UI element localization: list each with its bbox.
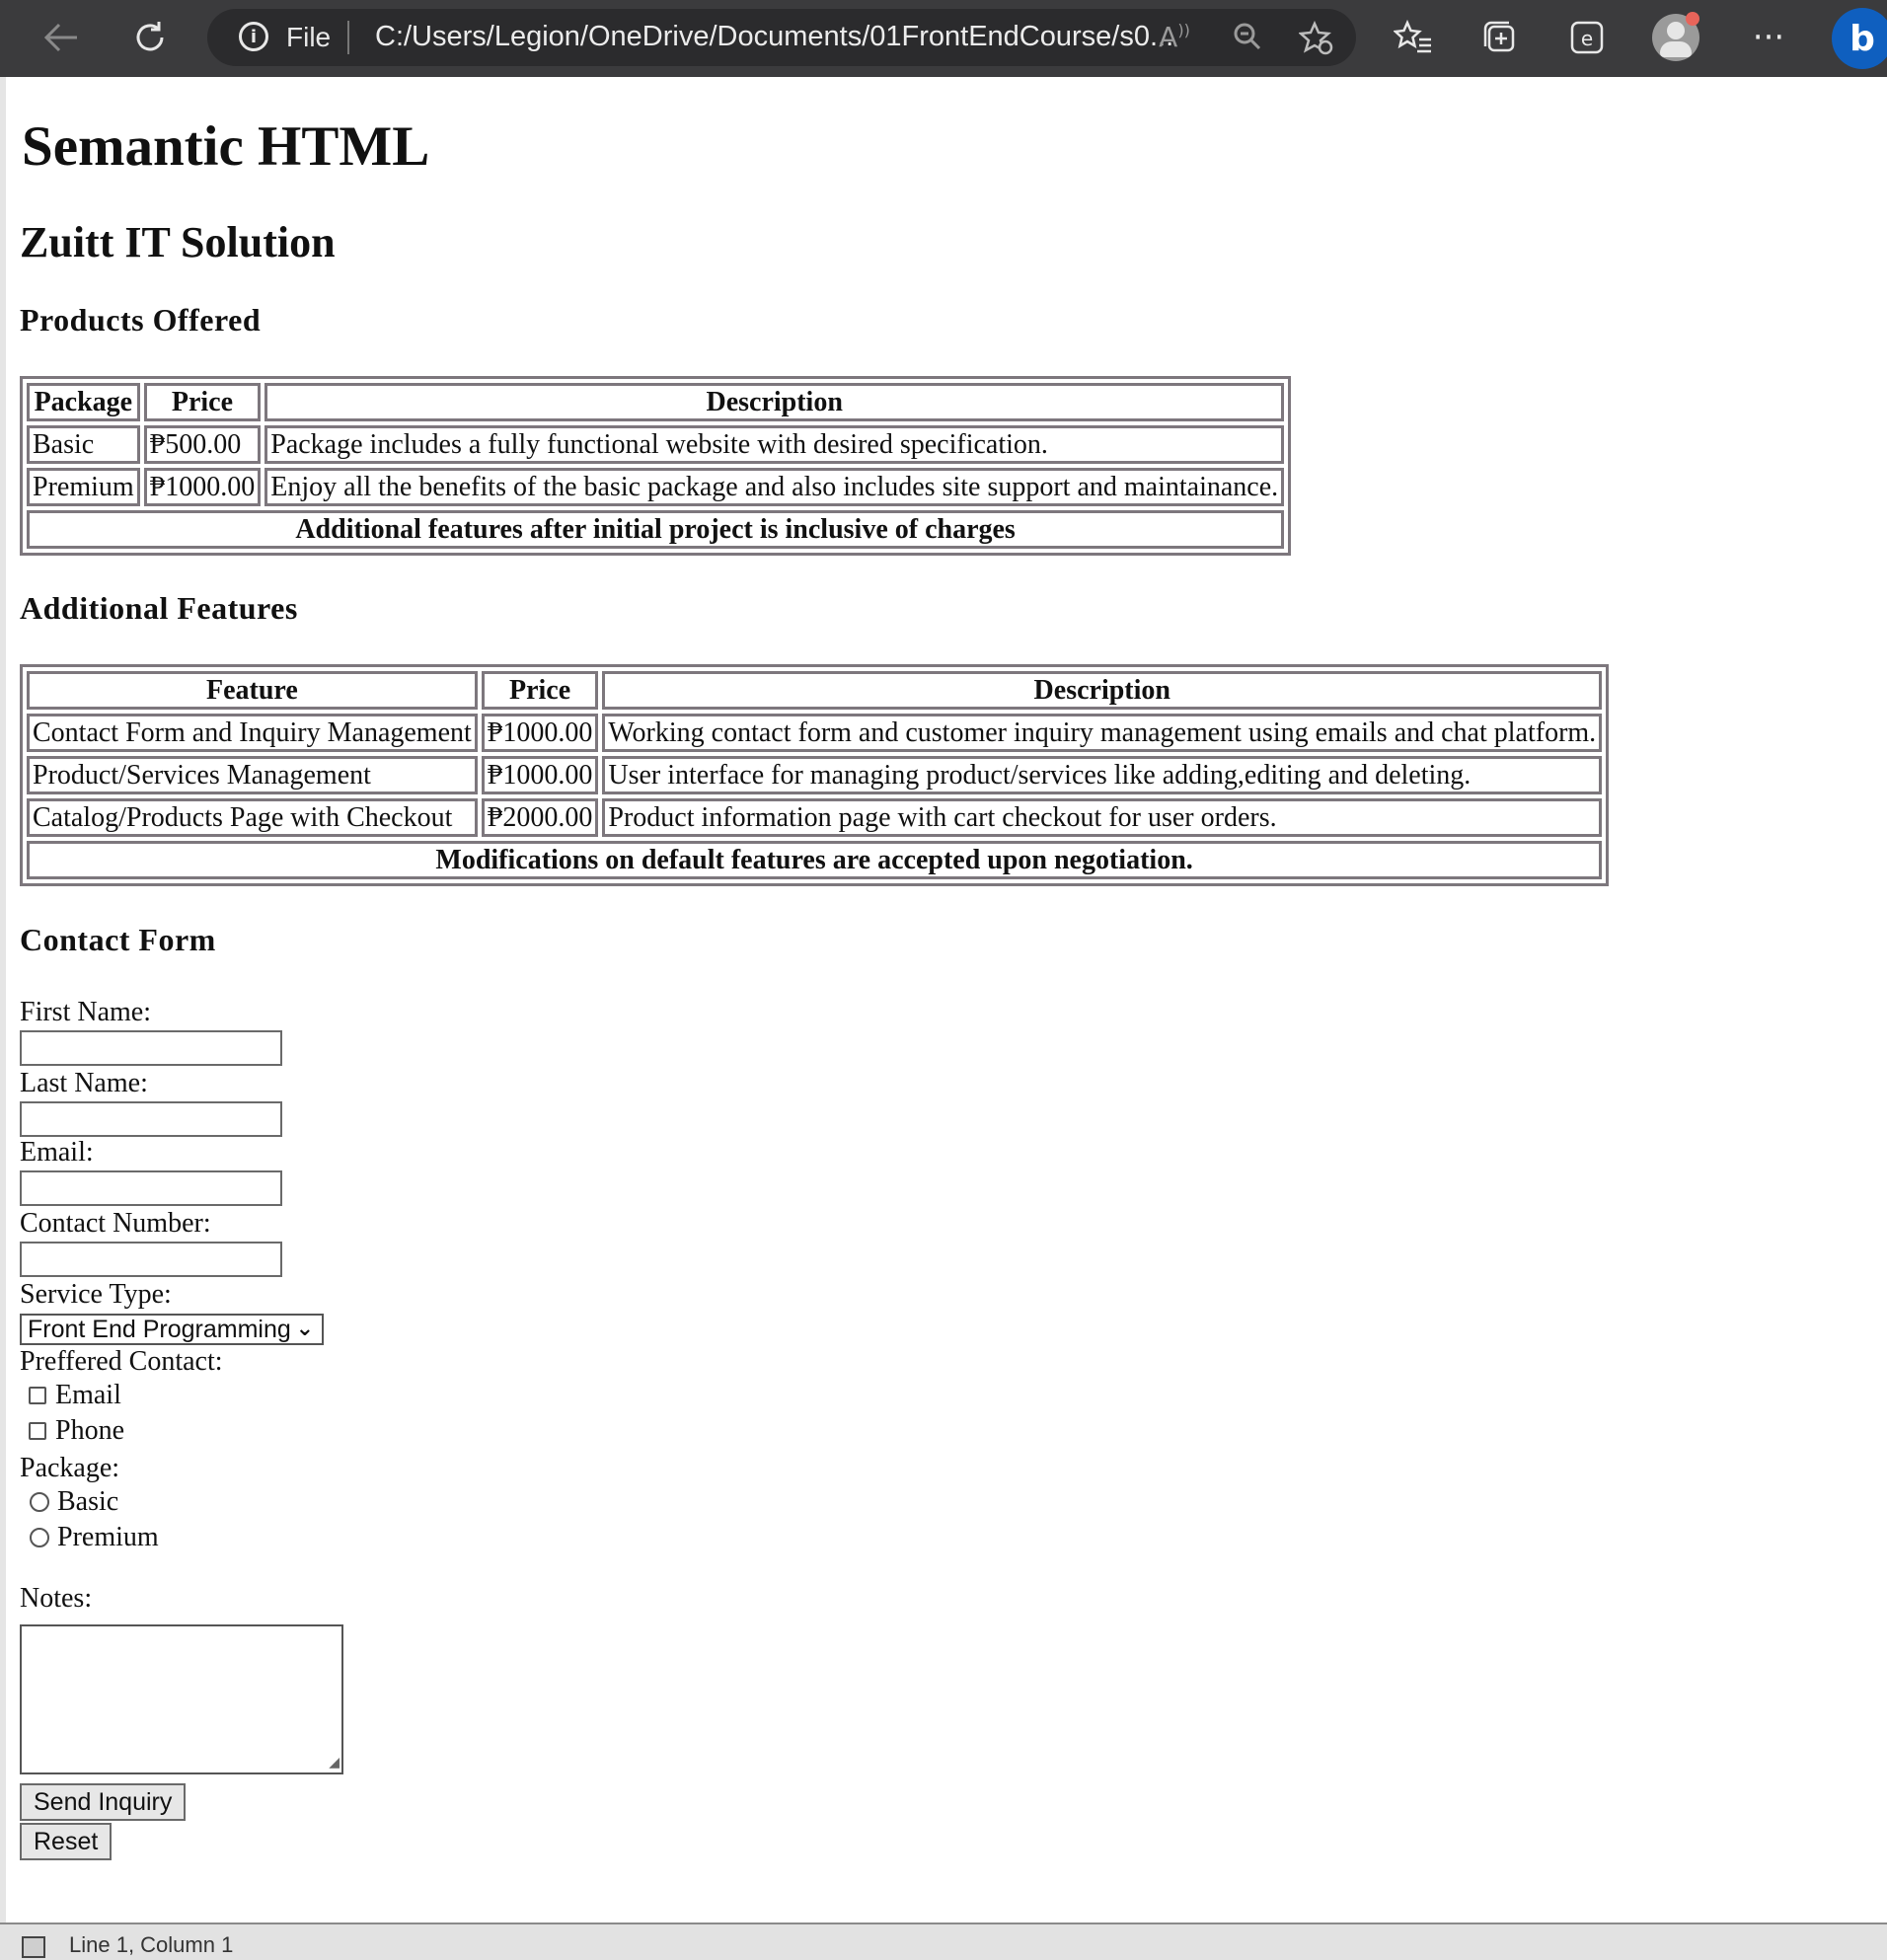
table-cell: ₱1000.00 [481,714,599,752]
email-input[interactable] [20,1170,282,1206]
read-aloud-icon[interactable]: A)) [1153,21,1196,54]
notes-textarea[interactable]: ◢ [20,1624,343,1774]
reset-button[interactable]: Reset [20,1823,113,1860]
favorite-star-icon[interactable] [1295,20,1338,55]
browser-essentials-icon[interactable]: e [1559,10,1615,65]
contact-number-input[interactable] [20,1242,282,1277]
column-header: Price [143,383,262,421]
page-title: Semantic HTML [22,115,430,178]
email-checkbox[interactable] [29,1387,46,1404]
table-footer-note: Modifications on default features are ac… [27,841,1603,879]
table-footer-row: Additional features after initial projec… [27,510,1285,549]
address-url[interactable]: C:/Users/Legion/OneDrive/Documents/01Fro… [375,21,1173,53]
table-header-row: Package Price Description [27,383,1285,421]
status-bar: Line 1, Column 1 [0,1922,1887,1960]
table-cell: ₱500.00 [143,425,262,464]
table-footer-row: Modifications on default features are ac… [27,841,1603,879]
status-square-icon [22,1936,45,1958]
column-header: Description [264,383,1285,421]
phone-checkbox-label[interactable]: Phone [55,1415,124,1447]
table-cell: ₱1000.00 [143,468,262,506]
features-table: Feature Price Description Contact Form a… [20,664,1610,886]
basic-radio-label[interactable]: Basic [57,1486,118,1518]
package-label: Package: [20,1453,120,1483]
collections-icon[interactable] [1472,10,1528,65]
service-type-label: Service Type: [20,1279,172,1310]
zoom-out-icon[interactable] [1226,21,1269,54]
back-arrow-icon[interactable] [34,10,89,65]
last-name-label: Last Name: [20,1068,148,1098]
table-cell: Package includes a fully functional webs… [264,425,1285,464]
table-row: Contact Form and Inquiry Management ₱100… [27,714,1603,752]
contact-number-label: Contact Number: [20,1208,211,1239]
table-footer-note: Additional features after initial projec… [27,510,1285,549]
send-inquiry-button[interactable]: Send Inquiry [20,1783,187,1821]
profile-avatar-icon[interactable] [1652,12,1699,61]
table-cell: Product/Services Management [27,756,478,794]
address-separator [347,21,349,54]
table-row: Basic ₱500.00 Package includes a fully f… [27,425,1285,464]
table-cell: Basic [27,425,140,464]
more-icon[interactable]: ··· [1741,10,1796,65]
preferred-contact-label: Preffered Contact: [20,1346,223,1377]
favorites-list-icon[interactable] [1386,10,1441,65]
email-label: Email: [20,1137,94,1168]
products-heading: Products Offered [20,302,262,338]
products-table: Package Price Description Basic ₱500.00 … [20,376,1292,556]
table-row: Premium ₱1000.00 Enjoy all the benefits … [27,468,1285,506]
column-header: Price [481,671,599,710]
first-name-label: First Name: [20,997,151,1027]
table-cell: Enjoy all the benefits of the basic pack… [264,468,1285,506]
email-checkbox-label[interactable]: Email [55,1380,121,1411]
last-name-input[interactable] [20,1101,282,1137]
bing-copilot-icon[interactable]: b [1832,8,1887,69]
table-row: Catalog/Products Page with Checkout ₱200… [27,798,1603,837]
column-header: Package [27,383,140,421]
info-icon[interactable]: i [239,22,268,51]
table-cell: Working contact form and customer inquir… [602,714,1603,752]
service-type-select[interactable]: Front End Programming ⌄ [20,1314,324,1345]
column-header: Feature [27,671,478,710]
column-header: Description [602,671,1603,710]
table-cell: Catalog/Products Page with Checkout [27,798,478,837]
table-cell: Premium [27,468,140,506]
window-left-edge [0,77,6,1922]
premium-radio[interactable] [30,1528,49,1547]
table-cell: ₱1000.00 [481,756,599,794]
table-cell: Contact Form and Inquiry Management [27,714,478,752]
contact-form-heading: Contact Form [20,922,216,957]
table-cell: Product information page with cart check… [602,798,1603,837]
status-text: Line 1, Column 1 [69,1932,234,1957]
chevron-down-icon: ⌄ [295,1317,314,1341]
company-heading: Zuitt IT Solution [20,218,336,266]
table-cell: User interface for managing product/serv… [602,756,1603,794]
svg-text:e: e [1581,27,1593,50]
address-bar[interactable]: i File C:/Users/Legion/OneDrive/Document… [207,9,1356,66]
phone-checkbox[interactable] [29,1422,46,1440]
basic-radio[interactable] [30,1492,49,1512]
resize-grip-icon[interactable]: ◢ [329,1755,340,1771]
browser-toolbar: i File C:/Users/Legion/OneDrive/Document… [0,0,1887,77]
refresh-icon[interactable] [122,10,178,65]
additional-features-heading: Additional Features [20,590,298,626]
table-row: Product/Services Management ₱1000.00 Use… [27,756,1603,794]
table-header-row: Feature Price Description [27,671,1603,710]
table-cell: ₱2000.00 [481,798,599,837]
first-name-input[interactable] [20,1030,282,1066]
notes-label: Notes: [20,1583,93,1614]
premium-radio-label[interactable]: Premium [57,1522,159,1553]
file-label: File [286,22,332,52]
service-type-selected: Front End Programming [28,1316,291,1343]
